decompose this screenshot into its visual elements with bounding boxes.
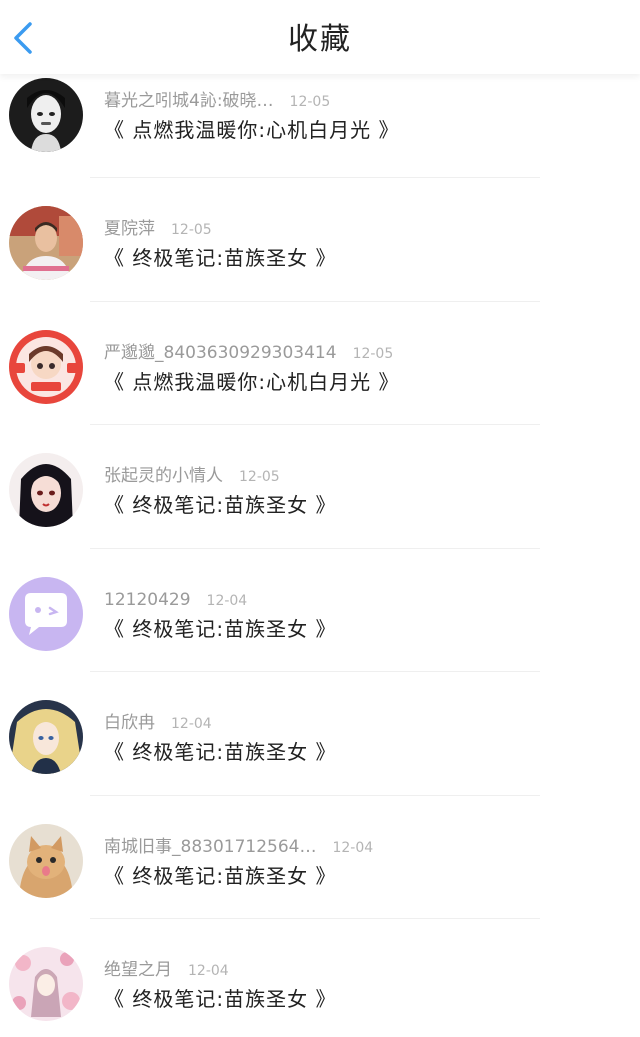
user-name: 白欣冉 [104,713,155,733]
book-title: 《 终极笔记:苗族圣女 》 [104,246,337,270]
avatar-photo-portrait[interactable] [9,206,83,280]
item-meta: 张起灵的小情人 12-05 [104,465,280,488]
user-name: 张起灵的小情人 [104,466,223,486]
book-title: 《 终极笔记:苗族圣女 》 [104,987,337,1011]
item-time: 12-04 [171,716,212,732]
book-title: 《 点燃我温暖你:心机白月光 》 [104,118,400,142]
avatar-purple-chat[interactable] [9,576,83,651]
item-time: 12-04 [206,592,248,609]
user-name: 南城旧事_88301712564… [104,836,317,857]
item-meta: 南城旧事_88301712564… 12-04 [104,836,373,859]
list-item[interactable]: 夏院萍 12-05 《 终极笔记:苗族圣女 》 [0,178,640,302]
list-item[interactable]: 暮光之吲城4訫:破晓… 12-05 《 点燃我温暖你:心机白月光 》 [0,74,640,178]
item-meta: 暮光之吲城4訫:破晓… 12-05 [104,90,330,113]
page-title: 收藏 [288,22,352,57]
item-time: 12-05 [239,469,280,485]
book-title: 《 终极笔记:苗族圣女 》 [104,616,337,641]
list-item[interactable]: 张起灵的小情人 12-05 《 终极笔记:苗族圣女 》 [0,425,640,549]
list-item[interactable]: 严邈邈_8403630929303414 12-05 《 点燃我温暖你:心机白月光… [0,302,640,425]
avatar-pink-blossom[interactable] [9,947,83,1021]
user-name: 暮光之吲城4訫:破晓… [104,91,274,111]
item-meta: 12120429 12-04 [104,589,247,612]
item-time: 12-05 [352,345,394,362]
avatar-anime-girl[interactable] [9,453,83,527]
item-time: 12-05 [171,222,212,238]
item-meta: 绝望之月 12-04 [104,959,229,982]
nav-header: 收藏 [0,0,640,74]
list-item[interactable]: 12120429 12-04 《 终极笔记:苗族圣女 》 [0,549,640,672]
list-item[interactable]: 绝望之月 12-04 《 终极笔记:苗族圣女 》 [0,919,640,1037]
book-title: 《 终极笔记:苗族圣女 》 [104,863,337,888]
avatar-cartoon-badge[interactable] [9,329,83,404]
item-meta: 白欣冉 12-04 [104,712,212,735]
avatar-dark-portrait[interactable] [9,78,83,152]
book-title: 《 点燃我温暖你:心机白月光 》 [104,369,400,394]
user-name: 夏院萍 [104,219,155,239]
avatar-cat[interactable] [9,823,83,898]
user-name: 12120429 [104,589,191,610]
avatar-blonde-anime[interactable] [9,700,83,774]
item-time: 12-04 [332,839,374,856]
list-item[interactable]: 白欣冉 12-04 《 终极笔记:苗族圣女 》 [0,672,640,796]
item-meta: 夏院萍 12-05 [104,218,212,241]
item-time: 12-05 [289,94,331,110]
user-name: 严邈邈_8403630929303414 [104,342,337,363]
user-name: 绝望之月 [104,960,172,980]
book-title: 《 终极笔记:苗族圣女 》 [104,493,337,517]
item-time: 12-04 [188,963,229,979]
favorites-list: 暮光之吲城4訫:破晓… 12-05 《 点燃我温暖你:心机白月光 》 夏院萍 12- [0,74,640,1037]
book-title: 《 终极笔记:苗族圣女 》 [104,740,337,764]
favorites-page: 收藏 暮光之吲城4訫:破晓… 12-05 《 点燃我温暖你:心机白月光 》 夏院… [0,0,640,1037]
list-item[interactable]: 南城旧事_88301712564… 12-04 《 终极笔记:苗族圣女 》 [0,796,640,919]
item-meta: 严邈邈_8403630929303414 12-05 [104,342,393,365]
